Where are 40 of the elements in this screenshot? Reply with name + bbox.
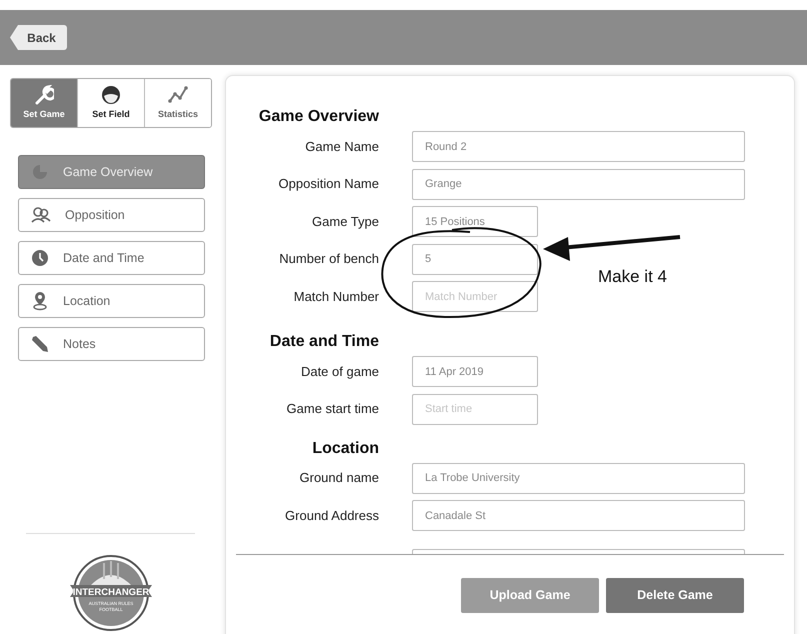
input-field[interactable]: Canadale St — [412, 500, 745, 531]
nav-item[interactable]: Notes — [18, 327, 205, 361]
mode-tab[interactable]: Statistics — [144, 79, 211, 127]
input-field[interactable]: Round 2 — [412, 131, 745, 162]
pencil-icon — [31, 335, 49, 353]
nav-item[interactable]: Date and Time — [18, 241, 205, 275]
back-button[interactable]: Back — [10, 25, 67, 50]
input-field[interactable]: 11 Apr 2019 — [412, 356, 538, 387]
helmet-icon — [101, 84, 121, 105]
mode-tab[interactable]: Set Game — [11, 79, 77, 127]
field-label: Ground name — [298, 469, 379, 488]
input-field[interactable]: Match Number — [412, 281, 538, 312]
nav-item[interactable]: Game Overview — [18, 155, 205, 189]
input-field[interactable]: 5 — [412, 244, 538, 274]
field-label: Game start time — [286, 400, 379, 418]
people-icon — [31, 206, 51, 224]
field-label: Game Type — [311, 212, 379, 231]
input-field[interactable]: La Trobe University — [412, 462, 745, 494]
logo-title: INTERCHANGER — [72, 587, 150, 598]
section-heading: Location — [311, 438, 379, 458]
field-label: Ground Address — [284, 506, 379, 525]
field-label: Date of game — [300, 362, 379, 381]
wrench-icon — [34, 84, 54, 105]
nav-item[interactable]: Location — [18, 284, 205, 318]
field-label: Number of bench — [278, 250, 379, 268]
field-label: Match Number — [292, 288, 379, 306]
input-field[interactable]: Grange — [412, 168, 745, 200]
input-field[interactable]: 15 Positions — [412, 206, 538, 237]
field-label: Opposition Name — [278, 175, 379, 194]
action-button[interactable]: Upload Game — [461, 578, 599, 613]
nav-item[interactable]: Opposition — [18, 198, 205, 232]
annotation-note: Make it 4 — [598, 266, 667, 288]
section-heading: Date and Time — [268, 332, 379, 352]
clock-icon — [31, 249, 49, 267]
field-label: Game Name — [304, 138, 379, 156]
location-pin-icon — [31, 291, 49, 311]
section-heading: Game Overview — [258, 107, 379, 127]
line-chart-icon — [168, 84, 188, 105]
action-button[interactable]: Delete Game — [606, 578, 744, 613]
input-field[interactable]: Start time — [412, 394, 538, 424]
